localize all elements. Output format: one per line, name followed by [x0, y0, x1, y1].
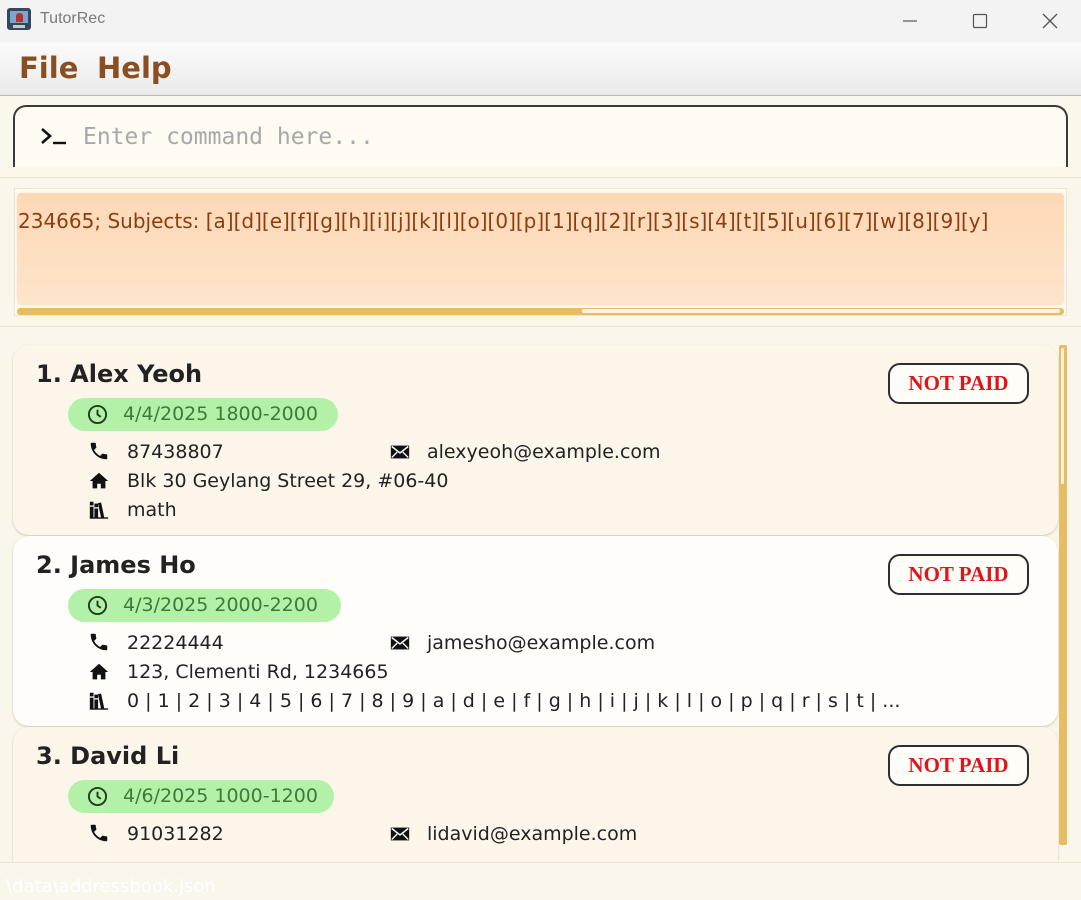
- maximize-button[interactable]: [950, 0, 1010, 42]
- result-display: 234665; Subjects: [a][d][e][f][g][h][i][…: [14, 188, 1067, 316]
- phone-number: 91031282: [127, 823, 224, 845]
- phone-icon: [90, 633, 108, 651]
- email-address: lidavid@example.com: [427, 823, 638, 845]
- command-area: [0, 97, 1081, 177]
- subjects: 0 | 1 | 2 | 3 | 4 | 5 | 6 | 7 | 8 | 9 | …: [127, 690, 901, 712]
- home-icon: [89, 472, 109, 489]
- clock-icon: [87, 595, 108, 616]
- person-name: 1. Alex Yeoh: [36, 360, 203, 388]
- title-bar: TutorRec: [0, 0, 1081, 42]
- save-location: \data\addressbook.json: [6, 876, 216, 897]
- person-card[interactable]: 1. Alex Yeoh 4/4/2025 1800-2000 NOT PAID…: [13, 345, 1058, 535]
- result-panel: 234665; Subjects: [a][d][e][f][g][h][i][…: [17, 193, 1064, 305]
- person-list: 1. Alex Yeoh 4/4/2025 1800-2000 NOT PAID…: [0, 327, 1081, 862]
- lesson-time: 4/6/2025 1000-1200: [123, 785, 318, 807]
- result-display-area: 234665; Subjects: [a][d][e][f][g][h][i][…: [0, 177, 1081, 327]
- email-address: jamesho@example.com: [427, 632, 656, 654]
- clock-icon: [87, 404, 108, 425]
- payment-status: NOT PAID: [908, 562, 1009, 586]
- close-icon: [1042, 13, 1058, 29]
- payment-status-badge: NOT PAID: [888, 363, 1029, 404]
- person-name: 2. James Ho: [36, 551, 196, 579]
- close-button[interactable]: [1020, 0, 1080, 42]
- clock-icon: [87, 786, 108, 807]
- person-card[interactable]: 3. David Li 4/6/2025 1000-1200 NOT PAID …: [13, 727, 1058, 862]
- phone-icon: [90, 442, 108, 460]
- lesson-tag: 4/3/2025 2000-2200: [68, 589, 341, 622]
- person-list-scrollbar[interactable]: [1059, 345, 1067, 845]
- payment-status-badge: NOT PAID: [888, 554, 1029, 595]
- email-address: alexyeoh@example.com: [427, 441, 661, 463]
- books-icon: [89, 692, 109, 710]
- phone-number: 87438807: [127, 441, 224, 463]
- help-menu[interactable]: Help: [97, 51, 172, 85]
- terminal-prompt-icon: [41, 128, 66, 145]
- email-icon: [390, 445, 410, 459]
- result-horizontal-scrollbar[interactable]: [17, 308, 1064, 315]
- address: 123, Clementi Rd, 1234665: [127, 661, 389, 683]
- lesson-tag: 4/4/2025 1800-2000: [68, 398, 338, 431]
- subjects: math: [127, 499, 177, 521]
- email-icon: [390, 827, 410, 841]
- payment-status: NOT PAID: [908, 371, 1009, 395]
- menu-bar: File Help: [0, 42, 1081, 96]
- address: Blk 30 Geylang Street 29, #06-40: [127, 470, 449, 492]
- person-list-scrollbar-thumb[interactable]: [1061, 348, 1064, 484]
- lesson-tag: 4/6/2025 1000-1200: [68, 780, 334, 813]
- command-box: [13, 105, 1068, 167]
- phone-icon: [90, 824, 108, 842]
- lesson-time: 4/3/2025 2000-2200: [123, 594, 318, 616]
- minimize-button[interactable]: [880, 0, 940, 42]
- books-icon: [89, 501, 109, 519]
- lesson-time: 4/4/2025 1800-2000: [123, 403, 318, 425]
- result-scrollbar-thumb[interactable]: [582, 309, 1060, 313]
- status-bar: \data\addressbook.json: [0, 862, 1081, 900]
- person-name: 3. David Li: [36, 742, 180, 770]
- home-icon: [89, 663, 109, 680]
- person-card[interactable]: 2. James Ho 4/3/2025 2000-2200 NOT PAID …: [13, 536, 1058, 726]
- result-text: 234665; Subjects: [a][d][e][f][g][h][i][…: [18, 209, 989, 233]
- file-menu[interactable]: File: [19, 51, 78, 85]
- tutor-app-icon: [7, 8, 31, 30]
- minimize-icon: [903, 20, 917, 22]
- command-input[interactable]: [83, 119, 1043, 155]
- email-icon: [390, 636, 410, 650]
- payment-status-badge: NOT PAID: [888, 745, 1029, 786]
- payment-status: NOT PAID: [908, 753, 1009, 777]
- window-title: TutorRec: [40, 10, 106, 27]
- phone-number: 22224444: [127, 632, 224, 654]
- maximize-icon: [972, 13, 988, 29]
